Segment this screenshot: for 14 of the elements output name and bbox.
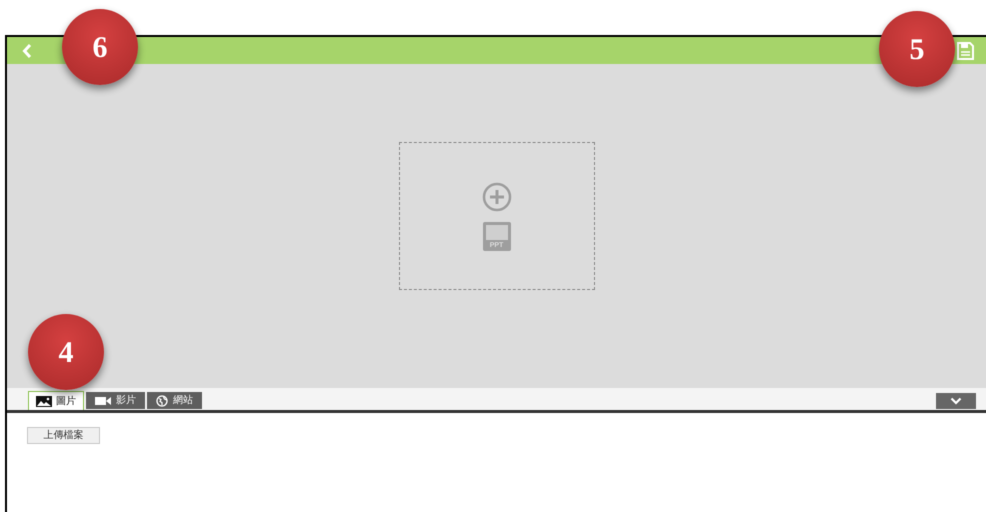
callout-badge: 5	[879, 11, 955, 87]
collapse-button[interactable]	[936, 393, 976, 409]
tab[interactable]: 圖片	[28, 391, 84, 410]
save-button[interactable]	[956, 40, 974, 60]
upload-file-button[interactable]: 上傳檔案	[27, 427, 100, 444]
callout-badge: 6	[62, 9, 138, 85]
tab[interactable]: 影片	[86, 392, 145, 409]
video-camera-icon	[95, 396, 111, 406]
tab[interactable]: 網站	[147, 392, 202, 409]
chevron-down-icon	[950, 397, 962, 405]
image-icon	[36, 396, 52, 406]
back-icon	[22, 42, 32, 58]
plus-icon[interactable]	[482, 182, 512, 212]
globe-icon	[156, 394, 168, 406]
